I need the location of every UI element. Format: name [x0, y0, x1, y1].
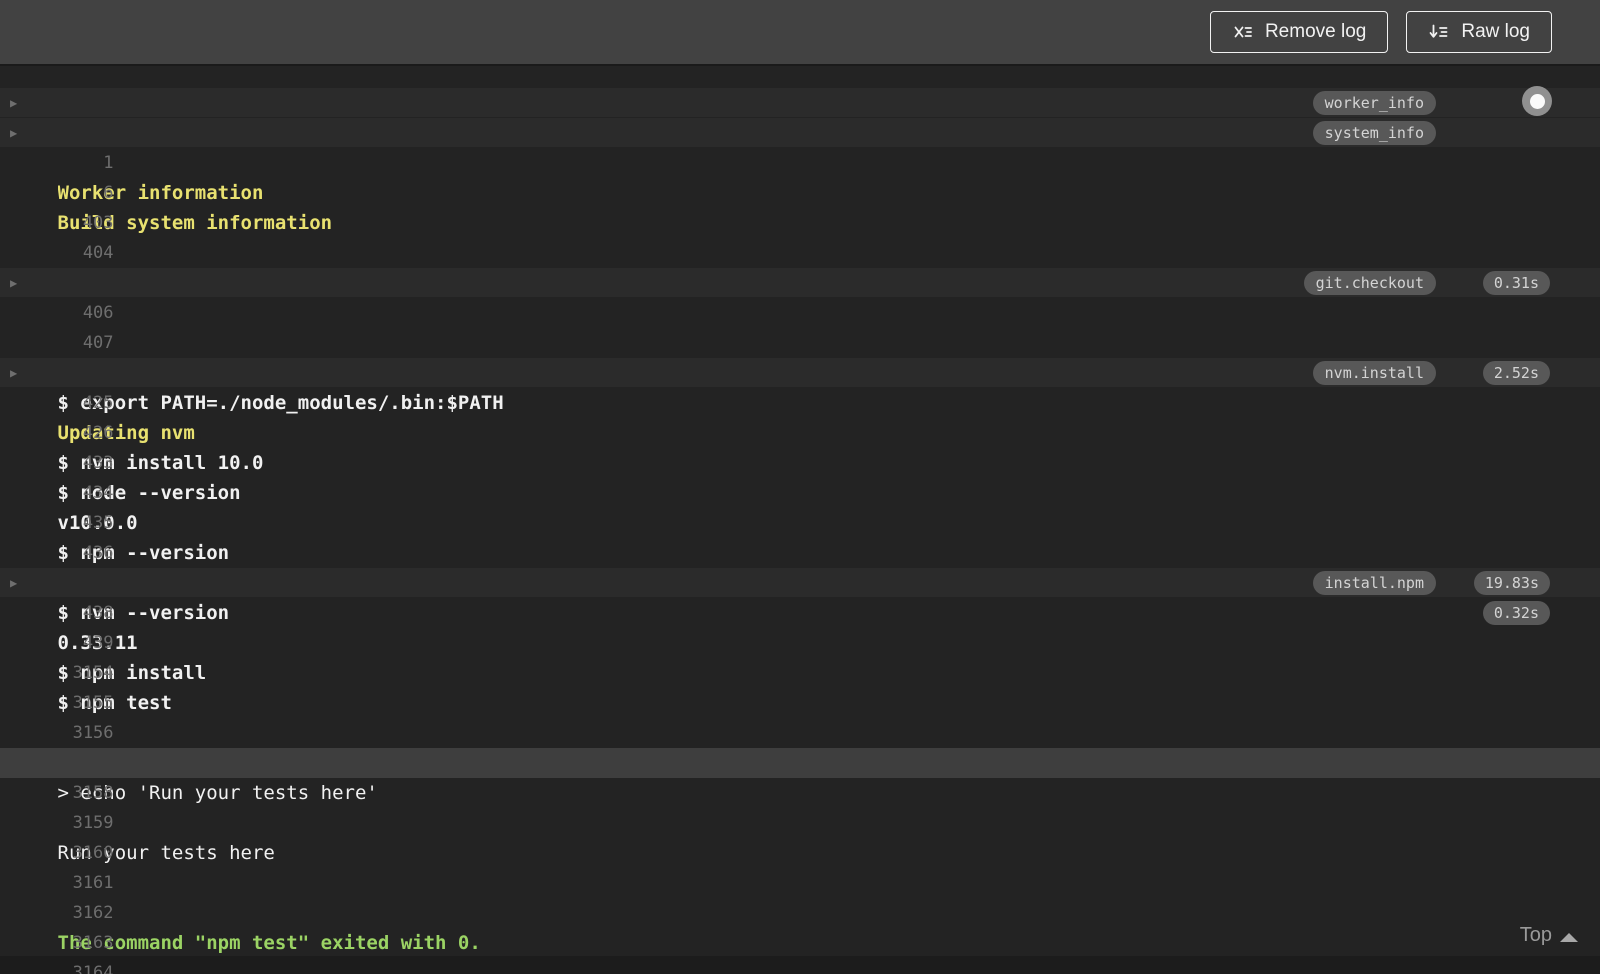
log-toolbar: Remove log Raw log — [0, 0, 1600, 66]
scroll-position-indicator[interactable] — [1522, 86, 1552, 116]
log-line: 424 $ export PATH=./node_modules/.bin:$P… — [0, 298, 1600, 414]
log-line: ▶ 6 Build system information system_info — [0, 118, 1600, 234]
duration-badge: 0.32s — [1482, 601, 1550, 625]
fold-tag-badge: install.npm — [1312, 571, 1436, 595]
log-line: 3160 — [0, 778, 1600, 863]
line-number[interactable]: 3164 — [39, 958, 114, 974]
log-line: 404 Network availability confirmed. — [0, 178, 1600, 294]
log-line: 403 — [0, 148, 1600, 233]
fold-toggle-icon[interactable]: ▶ — [10, 568, 26, 598]
log-line: 3161 — [0, 808, 1600, 893]
scroll-to-top-link[interactable]: Top — [1520, 924, 1578, 947]
fold-tag-badge: nvm.install — [1312, 361, 1436, 385]
log-line: 425 Updating nvm — [0, 328, 1600, 444]
log-line: 3154 $ npm test 0.32s — [0, 598, 1600, 714]
log-line: 3156 > gatsby-starter-hello-world@ test … — [0, 658, 1600, 774]
arrow-up-icon — [1560, 932, 1578, 942]
log-line: ▶ 439 $ npm install install.npm 19.83s — [0, 568, 1600, 684]
log-line: 3159 Run your tests here — [0, 748, 1600, 864]
fold-tag-badge: system_info — [1312, 121, 1436, 145]
fold-tag-badge: worker_info — [1312, 91, 1436, 115]
fold-toggle-icon[interactable]: ▶ — [10, 118, 26, 148]
log-line: ▶ 407 $ git clone --depth=50 https://git… — [0, 268, 1600, 384]
line-number[interactable]: 3163 — [39, 928, 114, 958]
fold-toggle-icon[interactable]: ▶ — [10, 358, 26, 388]
log-line: 438 0.33.11 — [0, 538, 1600, 654]
log-line: 3155 — [0, 628, 1600, 713]
log-line: 434 v10.0.0 — [0, 418, 1600, 534]
duration-badge: 0.31s — [1482, 271, 1550, 295]
fold-toggle-icon[interactable]: ▶ — [10, 268, 26, 298]
log-line: 3164 Done. Your build exited with 0. — [0, 898, 1600, 974]
log-line: ▶ 426 $ nvm install 10.0 nvm.install 2.5… — [0, 358, 1600, 474]
top-link-label: Top — [1519, 924, 1552, 946]
log-line: 437 $ nvm --version — [0, 508, 1600, 624]
log-line: ▶ 1 Worker information worker_info — [0, 88, 1600, 204]
duration-badge: 19.83s — [1473, 571, 1550, 595]
log-line: 436 5.6.0 — [0, 478, 1600, 594]
fold-toggle-icon[interactable]: ▶ — [10, 88, 26, 118]
remove-log-icon — [1232, 22, 1254, 42]
log-line: 435 $ npm --version — [0, 448, 1600, 564]
raw-log-icon — [1428, 22, 1450, 42]
build-log: ▶ 1 Worker information worker_info ▶ 6 B… — [0, 66, 1600, 974]
log-line: 3158 — [0, 718, 1600, 803]
log-line: 3163 — [0, 868, 1600, 953]
fold-tag-badge: git.checkout — [1303, 271, 1436, 295]
log-line: 3162 The command "npm test" exited with … — [0, 838, 1600, 954]
raw-log-label: Raw log — [1461, 21, 1530, 42]
remove-log-button[interactable]: Remove log — [1209, 11, 1389, 53]
raw-log-button[interactable]: Raw log — [1406, 11, 1552, 53]
log-line-text: The command "npm test" exited with 0. — [57, 932, 481, 954]
log-line: 3157 > echo 'Run your tests here' — [0, 688, 1600, 804]
duration-badge: 2.52s — [1482, 361, 1550, 385]
log-line: 405 — [0, 208, 1600, 293]
remove-log-label: Remove log — [1264, 21, 1367, 42]
log-line: 433 $ node --version — [0, 388, 1600, 504]
log-line: 406 — [0, 238, 1600, 323]
